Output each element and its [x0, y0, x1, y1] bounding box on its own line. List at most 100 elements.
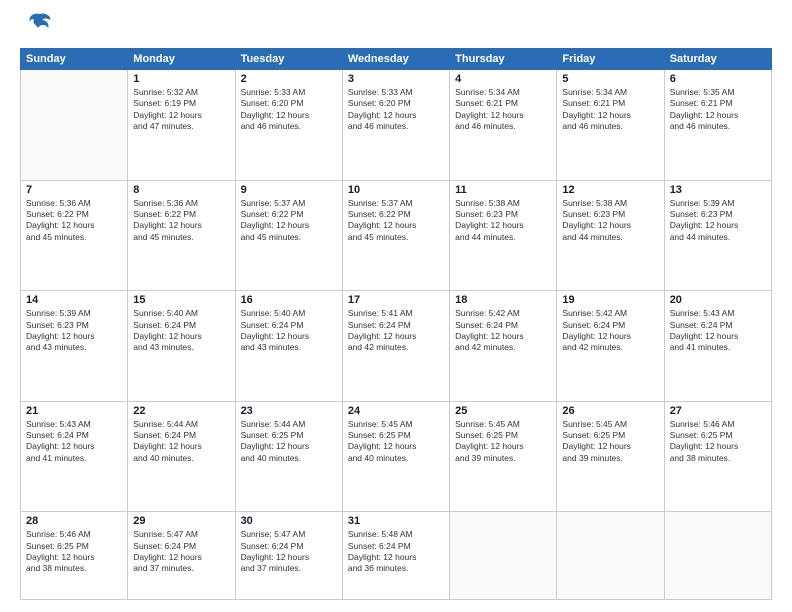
day-info: Sunrise: 5:45 AM Sunset: 6:25 PM Dayligh…	[562, 419, 658, 465]
calendar-cell: 31 Sunrise: 5:48 AM Sunset: 6:24 PM Dayli…	[342, 512, 449, 600]
day-number: 26	[562, 405, 658, 417]
calendar-cell: 24Sunrise: 5:45 AM Sunset: 6:25 PM Dayli…	[342, 401, 449, 512]
day-number: 3	[348, 73, 444, 85]
day-number: 5	[562, 73, 658, 85]
day-number: 29	[133, 515, 229, 527]
calendar-cell: 20 Sunrise: 5:43 AM Sunset: 6:24 PM Dayli…	[664, 291, 771, 402]
day-number: 24	[348, 405, 444, 417]
day-number: 14	[26, 294, 122, 306]
calendar-cell: 18 Sunrise: 5:42 AM Sunset: 6:24 PM Dayli…	[450, 291, 557, 402]
day-info: Sunrise: 5:34 AM Sunset: 6:21 PM Dayligh…	[455, 87, 551, 133]
calendar-cell	[557, 512, 664, 600]
day-info: Sunrise: 5:39 AM Sunset: 6:23 PM Dayligh…	[670, 198, 766, 244]
calendar-cell: 13 Sunrise: 5:39 AM Sunset: 6:23 PM Dayli…	[664, 180, 771, 291]
day-number: 16	[241, 294, 337, 306]
day-info: Sunrise: 5:35 AM Sunset: 6:21 PM Dayligh…	[670, 87, 766, 133]
calendar-cell	[450, 512, 557, 600]
day-number: 23	[241, 405, 337, 417]
day-info: Sunrise: 5:46 AM Sunset: 6:25 PM Dayligh…	[670, 419, 766, 465]
calendar-cell: 21Sunrise: 5:43 AM Sunset: 6:24 PM Dayli…	[21, 401, 128, 512]
calendar-cell: 10 Sunrise: 5:37 AM Sunset: 6:22 PM Dayli…	[342, 180, 449, 291]
day-info: Sunrise: 5:39 AM Sunset: 6:23 PM Dayligh…	[26, 308, 122, 354]
day-number: 4	[455, 73, 551, 85]
day-number: 2	[241, 73, 337, 85]
day-info: Sunrise: 5:45 AM Sunset: 6:25 PM Dayligh…	[455, 419, 551, 465]
day-number: 9	[241, 184, 337, 196]
calendar-cell: 5 Sunrise: 5:34 AM Sunset: 6:21 PM Daylig…	[557, 70, 664, 181]
calendar-cell: 16 Sunrise: 5:40 AM Sunset: 6:24 PM Dayli…	[235, 291, 342, 402]
day-info: Sunrise: 5:46 AM Sunset: 6:25 PM Dayligh…	[26, 529, 122, 575]
week-row-1: 1 Sunrise: 5:32 AM Sunset: 6:19 PM Daylig…	[21, 70, 772, 181]
day-info: Sunrise: 5:37 AM Sunset: 6:22 PM Dayligh…	[241, 198, 337, 244]
day-info: Sunrise: 5:34 AM Sunset: 6:21 PM Dayligh…	[562, 87, 658, 133]
calendar-cell: 19 Sunrise: 5:42 AM Sunset: 6:24 PM Dayli…	[557, 291, 664, 402]
week-row-3: 14 Sunrise: 5:39 AM Sunset: 6:23 PM Dayli…	[21, 291, 772, 402]
day-number: 15	[133, 294, 229, 306]
weekday-header-row: SundayMondayTuesdayWednesdayThursdayFrid…	[21, 49, 772, 70]
calendar-cell: 25 Sunrise: 5:45 AM Sunset: 6:25 PM Dayli…	[450, 401, 557, 512]
day-number: 17	[348, 294, 444, 306]
calendar-cell	[21, 70, 128, 181]
day-info: Sunrise: 5:32 AM Sunset: 6:19 PM Dayligh…	[133, 87, 229, 133]
day-number: 20	[670, 294, 766, 306]
calendar-cell: 7Sunrise: 5:36 AM Sunset: 6:22 PM Daylig…	[21, 180, 128, 291]
weekday-header-wednesday: Wednesday	[342, 49, 449, 70]
week-row-2: 7Sunrise: 5:36 AM Sunset: 6:22 PM Daylig…	[21, 180, 772, 291]
logo-bird-icon	[26, 10, 54, 38]
weekday-header-sunday: Sunday	[21, 49, 128, 70]
day-info: Sunrise: 5:44 AM Sunset: 6:25 PM Dayligh…	[241, 419, 337, 465]
day-number: 22	[133, 405, 229, 417]
calendar-cell: 4 Sunrise: 5:34 AM Sunset: 6:21 PM Daylig…	[450, 70, 557, 181]
calendar-cell: 30Sunrise: 5:47 AM Sunset: 6:24 PM Dayli…	[235, 512, 342, 600]
week-row-4: 21Sunrise: 5:43 AM Sunset: 6:24 PM Dayli…	[21, 401, 772, 512]
calendar-cell: 29Sunrise: 5:47 AM Sunset: 6:24 PM Dayli…	[128, 512, 235, 600]
day-info: Sunrise: 5:48 AM Sunset: 6:24 PM Dayligh…	[348, 529, 444, 575]
day-info: Sunrise: 5:41 AM Sunset: 6:24 PM Dayligh…	[348, 308, 444, 354]
calendar-cell: 9 Sunrise: 5:37 AM Sunset: 6:22 PM Daylig…	[235, 180, 342, 291]
day-number: 18	[455, 294, 551, 306]
day-info: Sunrise: 5:37 AM Sunset: 6:22 PM Dayligh…	[348, 198, 444, 244]
day-info: Sunrise: 5:40 AM Sunset: 6:24 PM Dayligh…	[133, 308, 229, 354]
day-info: Sunrise: 5:40 AM Sunset: 6:24 PM Dayligh…	[241, 308, 337, 354]
day-info: Sunrise: 5:44 AM Sunset: 6:24 PM Dayligh…	[133, 419, 229, 465]
day-number: 6	[670, 73, 766, 85]
calendar-cell: 17 Sunrise: 5:41 AM Sunset: 6:24 PM Dayli…	[342, 291, 449, 402]
day-number: 10	[348, 184, 444, 196]
logo	[20, 18, 54, 38]
day-info: Sunrise: 5:36 AM Sunset: 6:22 PM Dayligh…	[133, 198, 229, 244]
day-number: 21	[26, 405, 122, 417]
calendar-cell	[664, 512, 771, 600]
weekday-header-monday: Monday	[128, 49, 235, 70]
day-info: Sunrise: 5:42 AM Sunset: 6:24 PM Dayligh…	[562, 308, 658, 354]
day-info: Sunrise: 5:43 AM Sunset: 6:24 PM Dayligh…	[670, 308, 766, 354]
calendar-cell: 26 Sunrise: 5:45 AM Sunset: 6:25 PM Dayli…	[557, 401, 664, 512]
day-info: Sunrise: 5:42 AM Sunset: 6:24 PM Dayligh…	[455, 308, 551, 354]
page-header	[20, 18, 772, 38]
day-number: 13	[670, 184, 766, 196]
calendar-table: SundayMondayTuesdayWednesdayThursdayFrid…	[20, 48, 772, 600]
calendar-cell: 27 Sunrise: 5:46 AM Sunset: 6:25 PM Dayli…	[664, 401, 771, 512]
day-info: Sunrise: 5:38 AM Sunset: 6:23 PM Dayligh…	[455, 198, 551, 244]
weekday-header-thursday: Thursday	[450, 49, 557, 70]
day-number: 28	[26, 515, 122, 527]
calendar-cell: 6 Sunrise: 5:35 AM Sunset: 6:21 PM Daylig…	[664, 70, 771, 181]
calendar-page: SundayMondayTuesdayWednesdayThursdayFrid…	[0, 0, 792, 612]
weekday-header-friday: Friday	[557, 49, 664, 70]
day-info: Sunrise: 5:47 AM Sunset: 6:24 PM Dayligh…	[241, 529, 337, 575]
calendar-cell: 15 Sunrise: 5:40 AM Sunset: 6:24 PM Dayli…	[128, 291, 235, 402]
day-number: 19	[562, 294, 658, 306]
calendar-cell: 22 Sunrise: 5:44 AM Sunset: 6:24 PM Dayli…	[128, 401, 235, 512]
day-number: 27	[670, 405, 766, 417]
calendar-cell: 14 Sunrise: 5:39 AM Sunset: 6:23 PM Dayli…	[21, 291, 128, 402]
calendar-cell: 8Sunrise: 5:36 AM Sunset: 6:22 PM Daylig…	[128, 180, 235, 291]
calendar-cell: 12Sunrise: 5:38 AM Sunset: 6:23 PM Dayli…	[557, 180, 664, 291]
day-info: Sunrise: 5:33 AM Sunset: 6:20 PM Dayligh…	[241, 87, 337, 133]
day-number: 25	[455, 405, 551, 417]
day-info: Sunrise: 5:33 AM Sunset: 6:20 PM Dayligh…	[348, 87, 444, 133]
day-number: 11	[455, 184, 551, 196]
day-number: 31	[348, 515, 444, 527]
weekday-header-tuesday: Tuesday	[235, 49, 342, 70]
week-row-5: 28 Sunrise: 5:46 AM Sunset: 6:25 PM Dayli…	[21, 512, 772, 600]
day-number: 1	[133, 73, 229, 85]
calendar-cell: 11 Sunrise: 5:38 AM Sunset: 6:23 PM Dayli…	[450, 180, 557, 291]
